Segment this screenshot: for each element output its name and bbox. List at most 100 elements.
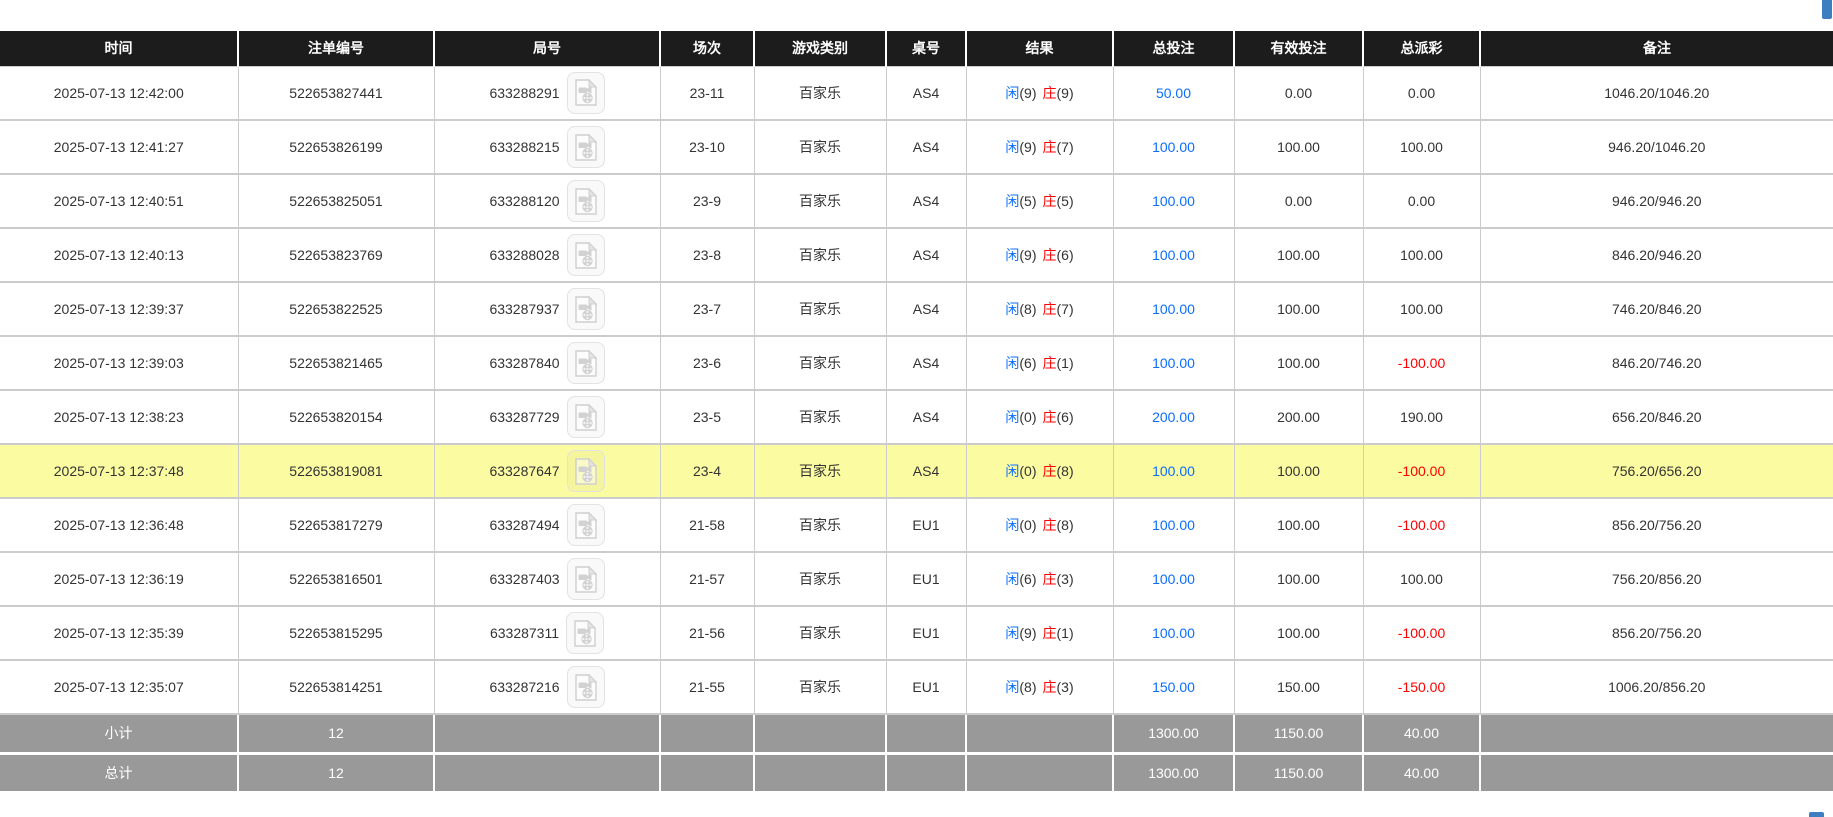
valid-bet-cell: 100.00 — [1233, 443, 1364, 499]
session-cell: 21-57 — [659, 551, 755, 607]
result-cell: 闲(9) 庄(9) — [965, 65, 1114, 121]
table-row: 2025-07-13 12:41:27 522653826199 6332882… — [0, 119, 1833, 175]
banker-label: 庄 — [1042, 139, 1057, 155]
remark-cell: 856.20/756.20 — [1479, 497, 1833, 553]
total-bet-cell[interactable]: 100.00 — [1112, 281, 1235, 337]
result-cell: 闲(5) 庄(5) — [965, 173, 1114, 229]
video-replay-button[interactable] — [566, 612, 605, 654]
video-replay-button[interactable] — [566, 558, 605, 600]
player-label: 闲 — [1005, 463, 1020, 479]
round-number: 633287840 — [489, 355, 560, 371]
grand-total-empty-game — [754, 753, 887, 794]
subtotal-payout: 40.00 — [1363, 713, 1481, 755]
time-cell: 2025-07-13 12:36:19 — [0, 551, 239, 607]
game-type-cell: 百家乐 — [753, 335, 887, 391]
total-bet-cell[interactable]: 100.00 — [1112, 497, 1235, 553]
column-header-table-no: 桌号 — [886, 31, 967, 66]
remark-cell: 656.20/846.20 — [1479, 389, 1833, 445]
session-cell: 21-58 — [659, 497, 755, 553]
payout-cell: -100.00 — [1362, 497, 1481, 553]
betting-records-table: 时间 注单编号 局号 场次 游戏类别 桌号 结果 总投注 有效投注 总派彩 备注… — [0, 31, 1833, 794]
video-replay-button[interactable] — [566, 126, 605, 168]
banker-score: (8) — [1056, 463, 1074, 479]
column-header-payout: 总派彩 — [1363, 31, 1481, 66]
round-number: 633287937 — [489, 301, 560, 317]
video-replay-button[interactable] — [566, 342, 605, 384]
total-bet-cell[interactable]: 200.00 — [1112, 389, 1235, 445]
video-replay-button[interactable] — [566, 450, 605, 492]
floating-scroll-button-top[interactable] — [1822, 0, 1832, 19]
video-replay-button[interactable] — [566, 234, 605, 276]
grand-total-empty-result — [966, 753, 1114, 794]
table-row: 2025-07-13 12:36:19 522653816501 6332874… — [0, 551, 1833, 607]
video-replay-button[interactable] — [566, 396, 605, 438]
remark-cell: 846.20/946.20 — [1479, 227, 1833, 283]
video-file-icon — [574, 673, 597, 701]
subtotal-empty-game — [754, 713, 887, 755]
remark-cell: 746.20/846.20 — [1479, 281, 1833, 337]
table-no-cell: AS4 — [885, 227, 967, 283]
betting-records-page: 时间 注单编号 局号 场次 游戏类别 桌号 结果 总投注 有效投注 总派彩 备注… — [0, 0, 1833, 817]
video-replay-button[interactable] — [566, 180, 605, 222]
video-replay-button[interactable] — [566, 288, 605, 330]
video-replay-button[interactable] — [566, 504, 605, 546]
result-cell: 闲(9) 庄(7) — [965, 119, 1114, 175]
banker-score: (3) — [1056, 679, 1074, 695]
table-no-cell: AS4 — [885, 173, 967, 229]
banker-score: (6) — [1056, 247, 1074, 263]
table-no-cell: AS4 — [885, 119, 967, 175]
player-score: (0) — [1019, 409, 1037, 425]
bet-id-cell: 522653816501 — [237, 551, 435, 607]
valid-bet-cell: 150.00 — [1233, 659, 1364, 715]
banker-label: 庄 — [1042, 301, 1057, 317]
bet-id-cell: 522653821465 — [237, 335, 435, 391]
valid-bet-cell: 100.00 — [1233, 605, 1364, 661]
video-replay-button[interactable] — [566, 666, 605, 708]
remark-cell: 756.20/656.20 — [1479, 443, 1833, 499]
banker-score: (7) — [1056, 301, 1074, 317]
total-bet-cell[interactable]: 100.00 — [1112, 227, 1235, 283]
player-score: (9) — [1019, 139, 1037, 155]
player-score: (6) — [1019, 355, 1037, 371]
video-file-icon — [574, 457, 597, 485]
game-type-cell: 百家乐 — [753, 119, 887, 175]
total-bet-cell[interactable]: 100.00 — [1112, 605, 1235, 661]
column-header-result: 结果 — [966, 31, 1114, 66]
payout-cell: 100.00 — [1362, 281, 1481, 337]
table-row: 2025-07-13 12:40:13 522653823769 6332880… — [0, 227, 1833, 283]
total-bet-cell[interactable]: 150.00 — [1112, 659, 1235, 715]
video-file-icon — [574, 79, 597, 106]
video-file-icon — [574, 511, 597, 539]
grand-total-empty-table — [886, 753, 967, 794]
total-bet-cell[interactable]: 100.00 — [1112, 173, 1235, 229]
result-cell: 闲(9) 庄(6) — [965, 227, 1114, 283]
video-file-icon — [574, 241, 597, 269]
session-cell: 21-55 — [659, 659, 755, 715]
valid-bet-cell: 100.00 — [1233, 335, 1364, 391]
round-cell: 633288291 — [433, 65, 661, 121]
table-row: 2025-07-13 12:42:00 522653827441 6332882… — [0, 65, 1833, 121]
total-bet-cell[interactable]: 100.00 — [1112, 119, 1235, 175]
banker-label: 庄 — [1042, 84, 1057, 101]
total-bet-cell[interactable]: 100.00 — [1112, 551, 1235, 607]
time-cell: 2025-07-13 12:37:48 — [0, 443, 239, 499]
game-type-cell: 百家乐 — [753, 443, 887, 499]
round-cell: 633287840 — [433, 335, 661, 391]
banker-label: 庄 — [1042, 625, 1057, 641]
total-bet-cell[interactable]: 50.00 — [1112, 65, 1235, 121]
total-bet-cell[interactable]: 100.00 — [1112, 443, 1235, 499]
player-label: 闲 — [1005, 355, 1020, 371]
banker-score: (6) — [1056, 409, 1074, 425]
floating-scroll-button-bottom[interactable] — [1809, 812, 1824, 817]
bet-id-cell: 522653814251 — [237, 659, 435, 715]
banker-label: 庄 — [1042, 409, 1057, 425]
remark-cell: 856.20/756.20 — [1479, 605, 1833, 661]
valid-bet-cell: 0.00 — [1233, 173, 1364, 229]
round-number: 633287729 — [489, 409, 560, 425]
video-replay-button[interactable] — [566, 71, 605, 114]
table-no-cell: EU1 — [885, 605, 967, 661]
valid-bet-cell: 200.00 — [1233, 389, 1364, 445]
result-cell: 闲(8) 庄(3) — [965, 659, 1114, 715]
total-bet-cell[interactable]: 100.00 — [1112, 335, 1235, 391]
banker-score: (1) — [1056, 355, 1074, 371]
